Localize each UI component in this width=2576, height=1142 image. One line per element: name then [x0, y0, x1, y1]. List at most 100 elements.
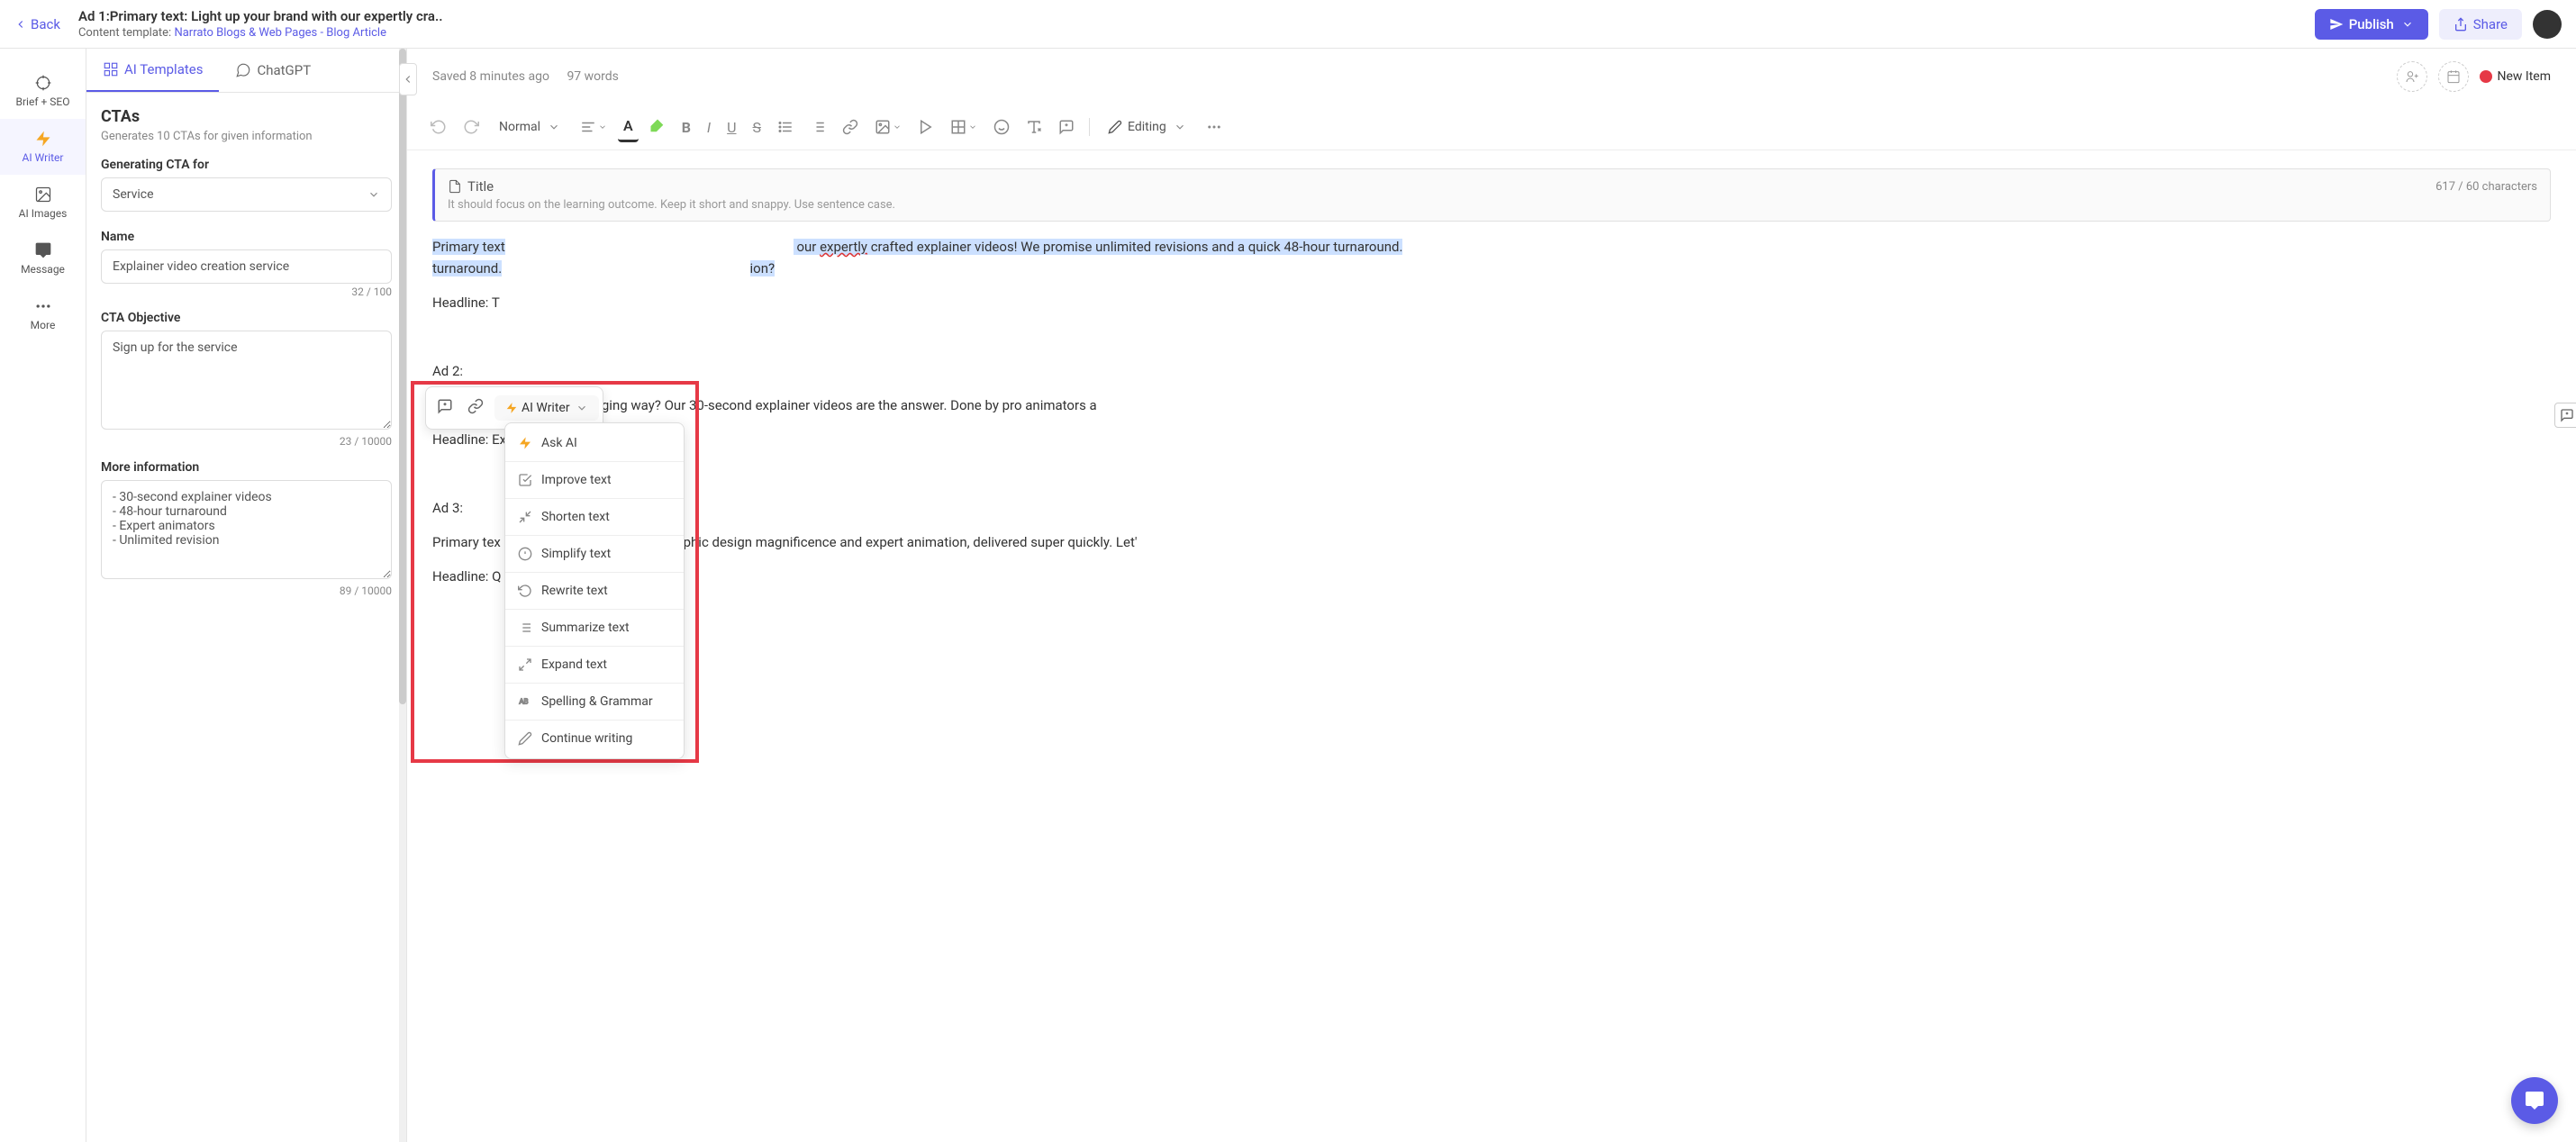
ai-menu-improve[interactable]: Improve text [505, 464, 684, 496]
comment-button[interactable] [1053, 113, 1080, 140]
sidebar-scrollbar[interactable] [399, 49, 406, 1142]
add-comment-side-button[interactable] [2554, 403, 2576, 428]
text-color-button[interactable]: A [618, 112, 639, 142]
add-comment-button[interactable] [430, 391, 460, 425]
undo-button[interactable] [425, 113, 452, 140]
plus-comment-icon [2560, 408, 2574, 422]
comment-icon [1058, 119, 1075, 135]
item-status[interactable]: New Item [2480, 69, 2552, 84]
editor-content[interactable]: Primary textxxxxxxxxxxxxxxxxxxxxxxxxxxxx… [432, 236, 2551, 587]
chevron-down-icon [968, 122, 977, 131]
generating-for-select[interactable]: Service [101, 177, 392, 212]
objective-textarea[interactable] [101, 331, 392, 430]
chevron-down-icon [598, 122, 607, 131]
calendar-button[interactable] [2438, 61, 2469, 92]
bold-button[interactable]: B [676, 113, 696, 141]
name-label: Name [101, 230, 392, 244]
publish-button[interactable]: Publish [2315, 9, 2428, 40]
tab-chatgpt[interactable]: ChatGPT [219, 49, 327, 92]
document-title: Ad 1:Primary text: Light up your brand w… [78, 8, 2315, 24]
title-label-text: Title [467, 178, 494, 195]
tab-ai-templates[interactable]: AI Templates [86, 49, 219, 92]
ai-menu-simplify[interactable]: Simplify text [505, 538, 684, 570]
link-button[interactable] [837, 113, 864, 140]
ai-menu-rewrite[interactable]: Rewrite text [505, 575, 684, 607]
image-icon [34, 186, 52, 204]
chevron-down-icon [1174, 121, 1186, 133]
document-icon [448, 179, 462, 194]
chevron-down-icon [367, 188, 380, 201]
chat-icon [34, 241, 52, 259]
chevron-down-icon [576, 402, 588, 414]
title-field[interactable]: Title 617 / 60 characters It should focu… [432, 168, 2551, 222]
ai-menu-expand[interactable]: Expand text [505, 648, 684, 681]
lightning-icon [505, 402, 518, 414]
chevron-left-icon [402, 73, 414, 86]
spelling-icon: AB [518, 694, 532, 709]
link-icon [467, 398, 484, 414]
align-left-icon [580, 119, 596, 135]
back-button[interactable]: Back [14, 16, 60, 32]
simplify-icon [518, 547, 532, 561]
insert-image-button[interactable] [869, 113, 907, 140]
more-info-textarea[interactable] [101, 480, 392, 579]
user-plus-icon [2405, 69, 2419, 84]
italic-button[interactable]: I [702, 113, 716, 141]
redo-button[interactable] [458, 113, 485, 140]
collapse-sidebar-button[interactable] [399, 63, 417, 95]
ai-menu-shorten[interactable]: Shorten text [505, 501, 684, 533]
cta-section-title: CTAs [101, 107, 392, 126]
template-link[interactable]: Narrato Blogs & Web Pages - Blog Article [174, 26, 386, 40]
redo-icon [463, 119, 479, 135]
video-button[interactable] [912, 113, 939, 140]
smile-icon [993, 119, 1010, 135]
improve-icon [518, 473, 532, 487]
chat-fab[interactable] [2511, 1077, 2558, 1124]
chat-bubble-icon [235, 62, 251, 78]
bullet-list-button[interactable] [772, 113, 799, 140]
rail-brief-seo[interactable]: Brief + SEO [0, 63, 86, 119]
rail-ai-images[interactable]: AI Images [0, 175, 86, 231]
objective-counter: 23 / 10000 [101, 435, 392, 448]
cta-section-desc: Generates 10 CTAs for given information [101, 130, 392, 143]
more-toolbar-button[interactable] [1201, 113, 1228, 140]
back-label: Back [31, 16, 60, 32]
name-input[interactable] [101, 249, 392, 284]
ai-menu-summarize[interactable]: Summarize text [505, 612, 684, 644]
clear-format-button[interactable] [1020, 113, 1048, 140]
share-button[interactable]: Share [2439, 9, 2522, 40]
ai-menu-continue[interactable]: Continue writing [505, 722, 684, 755]
strikethrough-button[interactable]: S [748, 113, 767, 141]
templates-icon [103, 61, 119, 77]
rail-ai-writer[interactable]: AI Writer [0, 119, 86, 175]
user-avatar[interactable] [2533, 10, 2562, 39]
chat-icon [2524, 1090, 2545, 1111]
rail-more[interactable]: More [0, 286, 86, 342]
list-icon [777, 119, 794, 135]
ai-menu-ask[interactable]: Ask AI [505, 427, 684, 459]
style-select[interactable]: Normal [490, 114, 569, 140]
chevron-down-icon [548, 121, 560, 133]
rewrite-icon [518, 584, 532, 598]
calendar-icon [2446, 69, 2461, 84]
comment-plus-icon [437, 398, 453, 414]
document-subtitle: Content template: Narrato Blogs & Web Pa… [78, 26, 2315, 40]
editing-mode-select[interactable]: Editing [1099, 114, 1195, 140]
align-button[interactable] [575, 113, 612, 140]
add-user-button[interactable] [2397, 61, 2427, 92]
table-button[interactable] [945, 113, 983, 140]
insert-link-button[interactable] [460, 391, 491, 425]
underline-button[interactable]: U [721, 113, 741, 141]
chevron-down-icon [2401, 18, 2414, 31]
pencil-icon [1108, 120, 1122, 134]
expand-icon [518, 657, 532, 672]
clear-format-icon [1026, 119, 1042, 135]
title-char-count: 617 / 60 characters [2435, 180, 2537, 194]
rail-message[interactable]: Message [0, 231, 86, 286]
number-list-button[interactable] [804, 113, 831, 140]
ai-menu-spelling[interactable]: AB Spelling & Grammar [505, 685, 684, 718]
send-icon [2329, 17, 2344, 32]
emoji-button[interactable] [988, 113, 1015, 140]
ai-writer-dropdown[interactable]: AI Writer [494, 395, 599, 421]
highlight-button[interactable] [644, 113, 671, 140]
